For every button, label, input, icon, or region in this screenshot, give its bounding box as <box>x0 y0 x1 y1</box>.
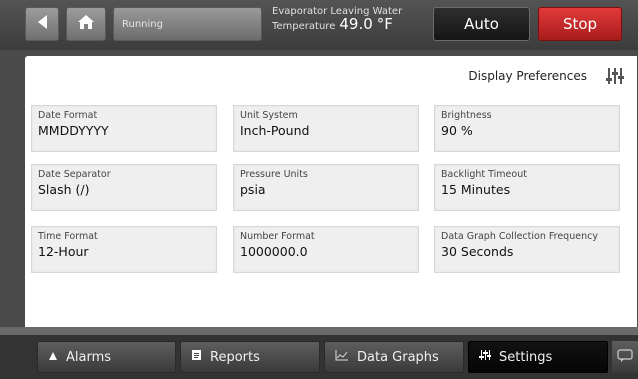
date-format-label: Date Format <box>38 110 98 121</box>
tab-reports[interactable]: Reports <box>180 341 320 373</box>
stop-label: Stop <box>562 15 598 33</box>
date-format-field[interactable]: Date Format MMDDYYYY <box>31 105 217 152</box>
tab-data-graphs-label: Data Graphs <box>357 349 439 365</box>
pressure-units-value: psia <box>240 182 266 197</box>
bottom-nav: Alarms Reports Data Graphs Settings <box>0 335 638 379</box>
tab-reports-label: Reports <box>210 349 260 365</box>
home-button[interactable] <box>66 7 106 41</box>
pressure-units-label: Pressure Units <box>240 169 308 180</box>
top-bar: Running Evaporator Leaving Water Tempera… <box>0 0 638 50</box>
number-format-field[interactable]: Number Format 1000000.0 <box>233 226 419 273</box>
brightness-value: 90 % <box>441 123 473 138</box>
auto-button[interactable]: Auto <box>433 7 530 41</box>
date-separator-value: Slash (/) <box>38 182 90 197</box>
date-separator-label: Date Separator <box>38 169 111 180</box>
evap-unit: °F <box>376 15 393 33</box>
unit-system-value: Inch-Pound <box>240 123 310 138</box>
document-icon <box>191 349 202 365</box>
graph-frequency-label: Data Graph Collection Frequency <box>441 231 598 242</box>
unit-system-label: Unit System <box>240 110 298 121</box>
backlight-timeout-value: 15 Minutes <box>441 182 511 197</box>
evaporator-temperature-readout: Evaporator Leaving Water Temperature 49.… <box>272 6 422 42</box>
stop-button[interactable]: Stop <box>538 7 622 41</box>
evap-value: 49.0 <box>339 15 373 33</box>
status-display: Running <box>113 7 262 41</box>
sliders-icon[interactable] <box>605 66 625 86</box>
chat-button[interactable] <box>612 341 638 373</box>
tab-data-graphs[interactable]: Data Graphs <box>324 341 464 373</box>
home-icon <box>77 14 95 34</box>
time-format-value: 12-Hour <box>38 244 89 259</box>
number-format-label: Number Format <box>240 231 315 242</box>
back-arrow-icon <box>35 14 49 34</box>
settings-panel: Display Preferences Date Format MMDDYYYY… <box>25 56 637 327</box>
backlight-timeout-field[interactable]: Backlight Timeout 15 Minutes <box>434 164 620 211</box>
graph-frequency-value: 30 Seconds <box>441 244 514 259</box>
brightness-label: Brightness <box>441 110 492 121</box>
brightness-field[interactable]: Brightness 90 % <box>434 105 620 152</box>
bell-icon <box>48 350 58 365</box>
number-format-value: 1000000.0 <box>240 244 308 259</box>
page-title: Display Preferences <box>468 69 587 83</box>
tab-alarms[interactable]: Alarms <box>37 341 176 373</box>
panel-divider <box>0 327 638 335</box>
date-separator-field[interactable]: Date Separator Slash (/) <box>31 164 217 211</box>
unit-system-field[interactable]: Unit System Inch-Pound <box>233 105 419 152</box>
auto-label: Auto <box>464 15 499 33</box>
backlight-timeout-label: Backlight Timeout <box>441 169 527 180</box>
graph-frequency-field[interactable]: Data Graph Collection Frequency 30 Secon… <box>434 226 620 273</box>
tab-settings-label: Settings <box>499 349 553 365</box>
line-chart-icon <box>335 349 349 365</box>
sliders-icon <box>479 349 491 365</box>
evap-label-line2: Temperature <box>272 21 336 32</box>
back-button[interactable] <box>25 7 59 41</box>
tab-alarms-label: Alarms <box>66 349 112 365</box>
status-text: Running <box>122 18 163 30</box>
chat-bubble-icon <box>617 348 633 367</box>
pressure-units-field[interactable]: Pressure Units psia <box>233 164 419 211</box>
tab-settings[interactable]: Settings <box>468 341 608 373</box>
time-format-label: Time Format <box>38 231 98 242</box>
time-format-field[interactable]: Time Format 12-Hour <box>31 226 217 273</box>
date-format-value: MMDDYYYY <box>38 123 109 138</box>
